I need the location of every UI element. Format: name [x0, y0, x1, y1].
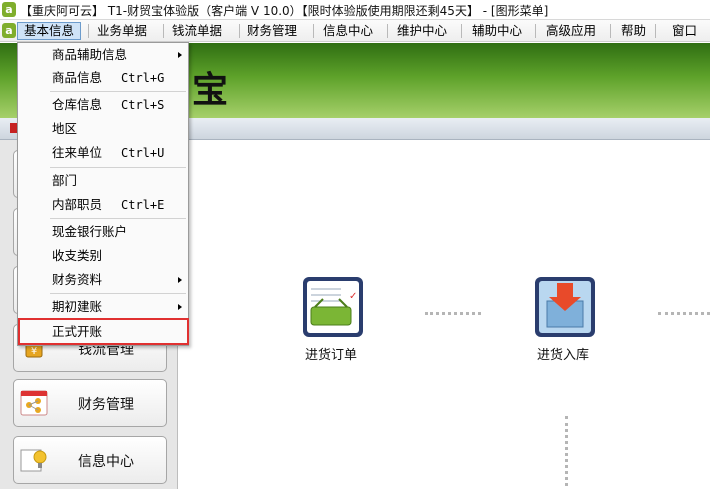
menu-item-product-aux-info[interactable]: 商品辅助信息 [18, 44, 188, 66]
menu-item-partner-units[interactable]: 往来单位 Ctrl+U [18, 142, 188, 164]
menu-separator [163, 24, 164, 38]
menu-cashflow-docs[interactable]: 钱流单据 [166, 22, 228, 40]
menu-item-income-expense-types[interactable]: 收支类别 [18, 245, 188, 267]
title-bar: a 【重庆阿可云】 T1-财贸宝体验版（客户端 V 10.0）【限时体验版使用期… [0, 0, 710, 20]
purchase-stock-in-icon[interactable] [533, 275, 597, 339]
app-logo-icon: a [2, 2, 16, 17]
purchase-order-icon[interactable]: ✓ [301, 275, 365, 339]
menu-item-label: 往来单位 [52, 145, 103, 160]
flow-label-purchase-stock-in: 进货入库 [537, 348, 590, 363]
menu-maintenance[interactable]: 维护中心 [391, 22, 453, 40]
svg-text:✓: ✓ [349, 291, 357, 302]
menu-item-label: 财务资料 [52, 272, 103, 287]
menu-separator [50, 91, 186, 92]
menu-assist-center[interactable]: 辅助中心 [466, 22, 528, 40]
menu-finance[interactable]: 财务管理 [241, 22, 303, 40]
menu-item-shortcut: Ctrl+U [121, 146, 165, 160]
sidebar-button-finance[interactable]: 财务管理 [13, 379, 167, 427]
menu-item-finance-data[interactable]: 财务资料 [18, 269, 188, 291]
info-bulb-icon [20, 447, 48, 473]
menu-separator [88, 24, 89, 38]
sidebar-button-info-center[interactable]: 信息中心 [13, 436, 167, 484]
banner-title: 宝 [192, 70, 229, 111]
menu-item-shortcut: Ctrl+G [121, 71, 165, 85]
menu-item-staff[interactable]: 内部职员 Ctrl+E [18, 194, 188, 216]
submenu-arrow-icon [178, 277, 182, 283]
flow-label-purchase-order: 进货订单 [305, 348, 358, 363]
menu-item-warehouse-info[interactable]: 仓库信息 Ctrl+S [18, 94, 188, 116]
app-menu-icon[interactable]: a [2, 23, 16, 38]
menu-separator [387, 24, 388, 38]
window-title: 【重庆阿可云】 T1-财贸宝体验版（客户端 V 10.0）【限时体验版使用期限还… [20, 4, 549, 18]
menu-help[interactable]: 帮助 [615, 22, 652, 40]
menu-info-center[interactable]: 信息中心 [317, 22, 379, 40]
menu-separator [50, 218, 186, 219]
sidebar-label-finance: 财务管理 [78, 397, 134, 413]
flow-connector [565, 416, 568, 486]
menu-item-label: 商品信息 [52, 70, 103, 85]
flow-connector [658, 312, 710, 315]
submenu-arrow-icon [178, 52, 182, 58]
menu-basic-info[interactable]: 基本信息 [17, 22, 82, 40]
menu-item-shortcut: Ctrl+E [121, 198, 165, 212]
menu-separator [50, 293, 186, 294]
sidebar-label-info-center: 信息中心 [78, 454, 134, 470]
menu-advanced[interactable]: 高级应用 [540, 22, 602, 40]
menu-item-label: 收支类别 [52, 248, 103, 263]
submenu-arrow-icon [178, 304, 182, 310]
flow-connector [425, 312, 481, 315]
menu-separator [313, 24, 314, 38]
menu-window[interactable]: 窗口 [666, 22, 703, 40]
menu-item-label: 内部职员 [52, 197, 103, 212]
menu-separator [655, 24, 656, 38]
basic-info-dropdown-menu: 商品辅助信息 商品信息 Ctrl+G 仓库信息 Ctrl+S 地区 往来单位 C… [17, 42, 189, 346]
menu-item-label: 部门 [52, 173, 78, 188]
menu-item-shortcut: Ctrl+S [121, 98, 165, 112]
svg-text:¥: ¥ [31, 346, 37, 357]
menu-separator [461, 24, 462, 38]
menu-item-department[interactable]: 部门 [18, 170, 188, 192]
menu-bar: a 基本信息 业务单据 钱流单据 财务管理 信息中心 维护中心 辅助中心 高级应… [0, 20, 710, 42]
menu-item-opening-setup[interactable]: 期初建账 [18, 296, 188, 318]
menu-item-label: 仓库信息 [52, 97, 103, 112]
menu-item-cash-bank-accounts[interactable]: 现金银行账户 [18, 221, 188, 243]
menu-item-label: 期初建账 [52, 299, 103, 314]
menu-separator [50, 167, 186, 168]
menu-item-label: 商品辅助信息 [52, 47, 128, 62]
flow-canvas: ✓ 进货订单 进货入库 [179, 140, 710, 489]
menu-item-region[interactable]: 地区 [18, 118, 188, 140]
menu-item-label: 现金银行账户 [52, 224, 128, 239]
highlight-annotation-box [18, 318, 189, 345]
menu-separator [535, 24, 536, 38]
menu-business-docs[interactable]: 业务单据 [91, 22, 153, 40]
menu-separator [610, 24, 611, 38]
finance-chart-icon [20, 390, 48, 416]
menu-separator [239, 24, 240, 38]
menu-item-product-info[interactable]: 商品信息 Ctrl+G [18, 67, 188, 89]
menu-item-label: 地区 [52, 121, 78, 136]
